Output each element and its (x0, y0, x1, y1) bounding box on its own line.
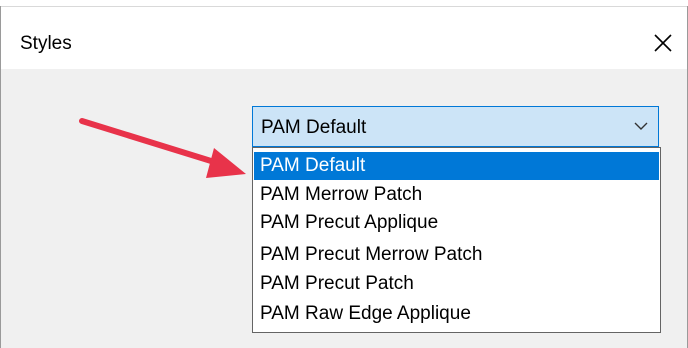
combobox-value: PAM Default (261, 117, 367, 138)
dropdown-option-pam-default[interactable]: PAM Default (254, 152, 659, 180)
style-dropdown-list[interactable]: PAM Default PAM Merrow Patch PAM Precut … (252, 147, 661, 333)
dropdown-option-pam-merrow-patch[interactable]: PAM Merrow Patch (254, 181, 659, 209)
style-combobox[interactable]: PAM Default (252, 106, 659, 147)
dropdown-option-pam-raw-edge-applique[interactable]: PAM Raw Edge Applique (254, 300, 659, 328)
dropdown-option-pam-precut-merrow-patch[interactable]: PAM Precut Merrow Patch (254, 241, 659, 269)
close-icon[interactable] (649, 29, 677, 57)
chevron-down-icon[interactable] (634, 121, 648, 131)
dialog-title: Styles (20, 33, 72, 54)
dropdown-option-pam-precut-patch[interactable]: PAM Precut Patch (254, 270, 659, 298)
dialog-titlebar[interactable]: Styles (1, 7, 687, 69)
dropdown-option-pam-precut-applique[interactable]: PAM Precut Applique (254, 209, 659, 237)
background-window-strip (0, 0, 688, 7)
